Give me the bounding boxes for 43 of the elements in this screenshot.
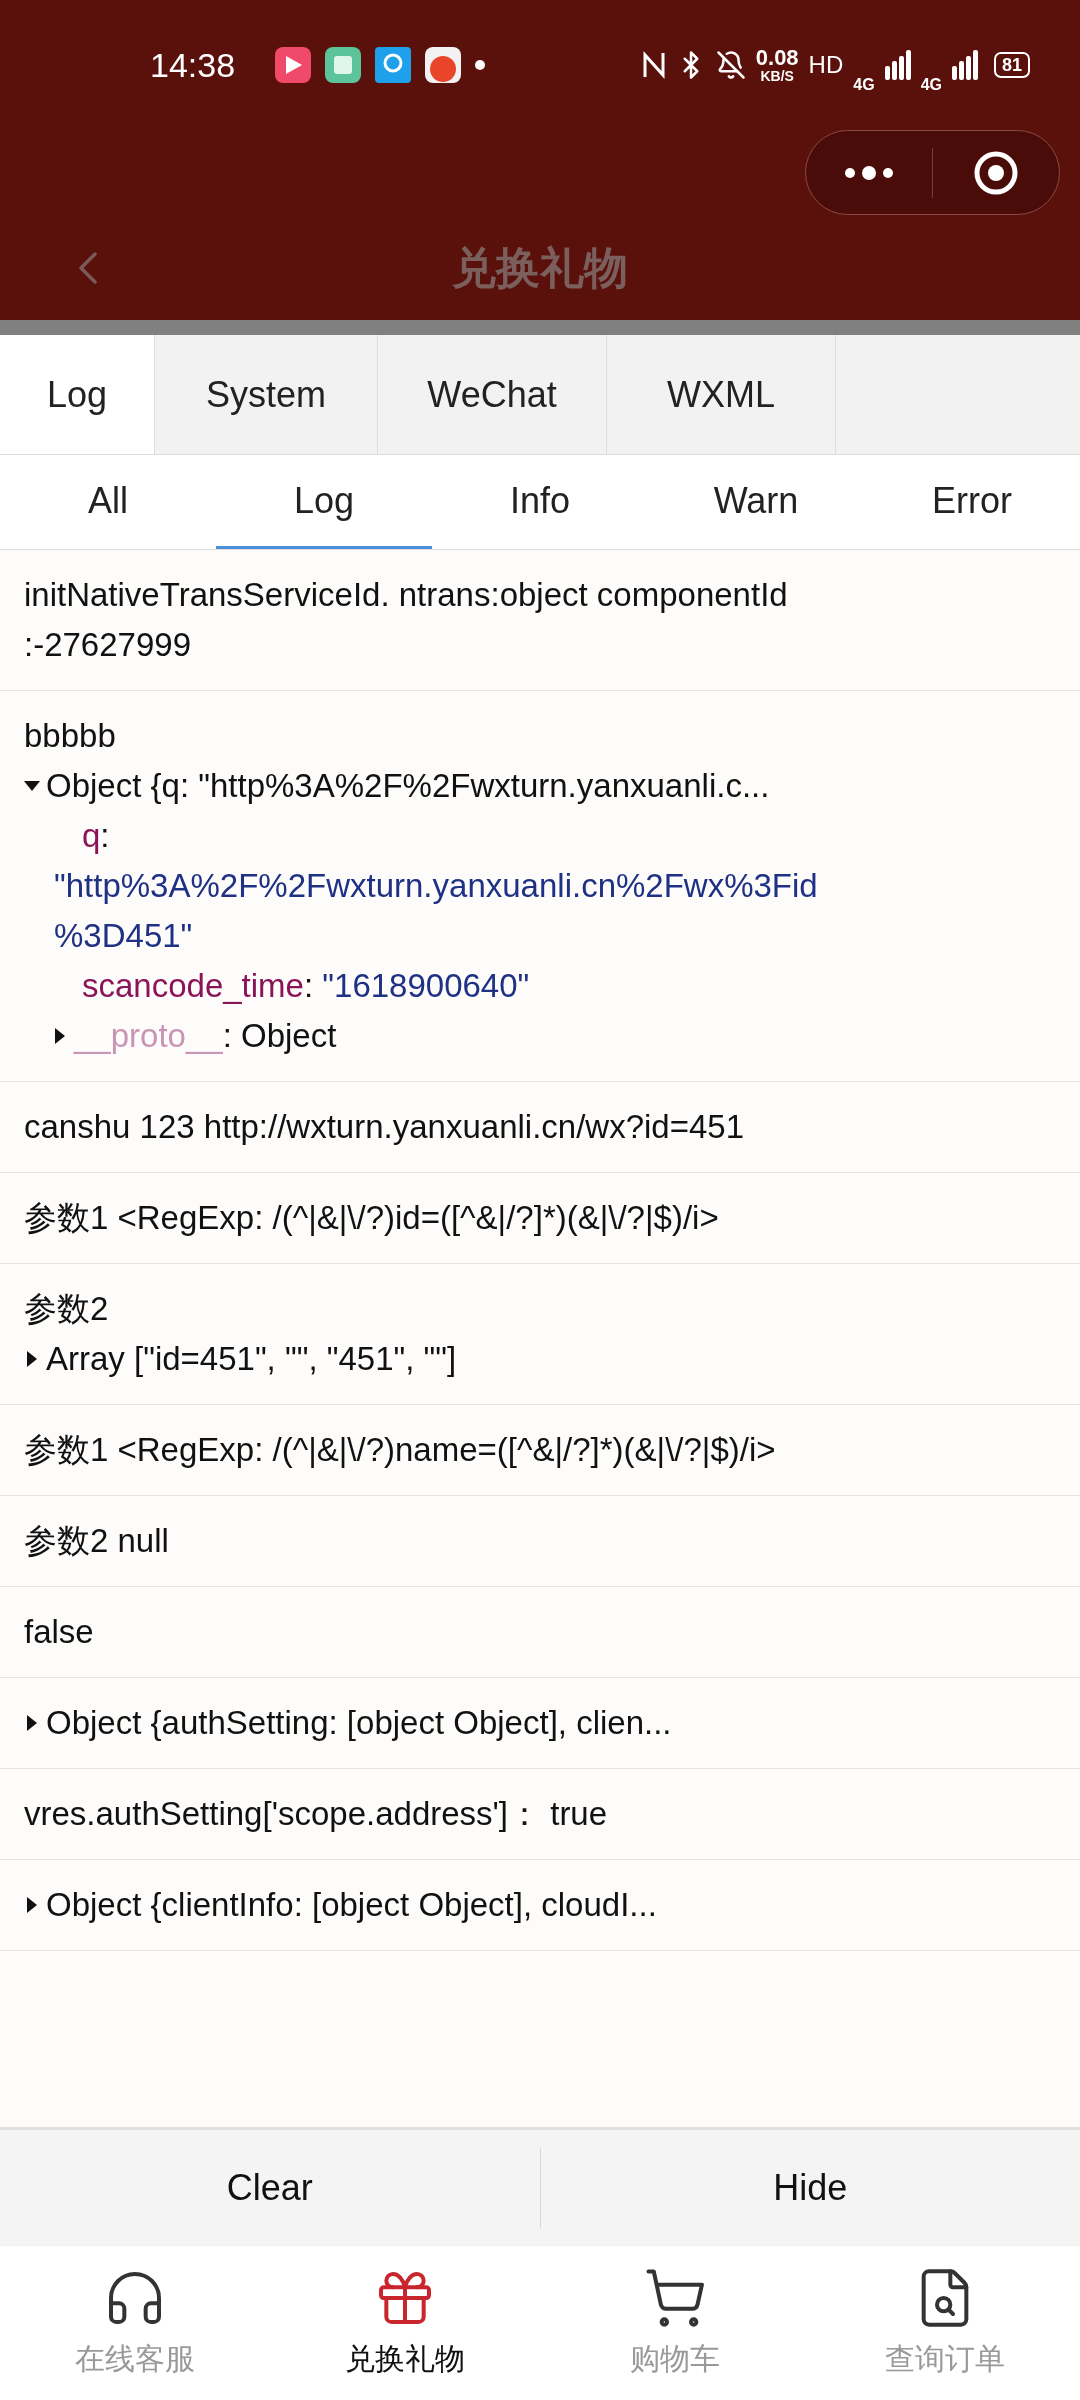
filter-tab[interactable]: All: [0, 455, 216, 549]
nfc-icon: [641, 50, 666, 80]
log-message: vres.authSetting['scope.address']： true: [24, 1794, 609, 1834]
object-property: scancode_time: "1618900640": [81, 966, 531, 1006]
filter-tab[interactable]: Warn: [648, 455, 864, 549]
page-title: 兑换礼物: [452, 241, 628, 294]
nav-tab[interactable]: 兑换礼物: [270, 2246, 540, 2400]
object-summary[interactable]: Object {q: "http%3A%2F%2Fwxturn.yanxuanli.c...: [46, 761, 770, 811]
hd-label: HD: [808, 50, 844, 80]
app-icon: [375, 47, 412, 83]
network-speed: 0.08: [755, 47, 799, 69]
log-message: 参数2 null: [24, 1521, 170, 1561]
app-icon: [425, 47, 462, 83]
object-summary[interactable]: Object {authSetting: [object Object], clien...: [46, 1698, 672, 1748]
hide-button[interactable]: Hide: [540, 2130, 1080, 2245]
signal-icon: [951, 50, 978, 80]
object-summary[interactable]: Object {clientInfo: [object Object], cloudI...: [46, 1880, 657, 1930]
more-icon: [844, 165, 894, 180]
network-type: 4G: [920, 75, 942, 95]
app-icon: [325, 47, 362, 83]
object-property: q: "http%3A%2F%2Fwxturn.yanxuanli.cn%2Fwx%3Fid%3D451": [53, 816, 819, 956]
filter-tab[interactable]: Error: [864, 455, 1080, 549]
log-message: 参数1 <RegExp: /(^|&|\/?)name=([^&|/?]*)(&|\/?|$)/i>: [24, 1430, 777, 1470]
target-icon: [973, 149, 1019, 196]
mute-icon: [715, 50, 746, 80]
log-message: false: [24, 1612, 95, 1652]
battery-indicator: 81: [993, 52, 1030, 78]
object-summary[interactable]: Array ["id=451", "", "451", ""]: [46, 1334, 457, 1384]
speed-unit: KB/S: [760, 69, 794, 83]
signal-icon: [884, 50, 911, 80]
panel-tab[interactable]: Log: [0, 335, 155, 454]
clock: 14:38: [150, 44, 236, 86]
clear-button[interactable]: Clear: [0, 2130, 540, 2245]
filter-tab[interactable]: Info: [432, 455, 648, 549]
object-property[interactable]: __proto__: Object: [74, 1011, 337, 1061]
app-icon: [275, 47, 312, 83]
network-type: 4G: [853, 75, 875, 95]
log-message: 参数2: [24, 1289, 110, 1329]
log-message: bbbbb: [24, 716, 117, 756]
log-message: initNativeTransServiceId. ntrans:object componentId :-27627999: [24, 575, 789, 665]
log-message: 参数1 <RegExp: /(^|&|\/?)id=([^&|/?]*)(&|\/?|$)/i>: [24, 1198, 720, 1238]
notification-dot-icon: [475, 60, 486, 70]
log-message: canshu 123 http://wxturn.yanxuanli.cn/wx?id=451: [24, 1107, 746, 1147]
